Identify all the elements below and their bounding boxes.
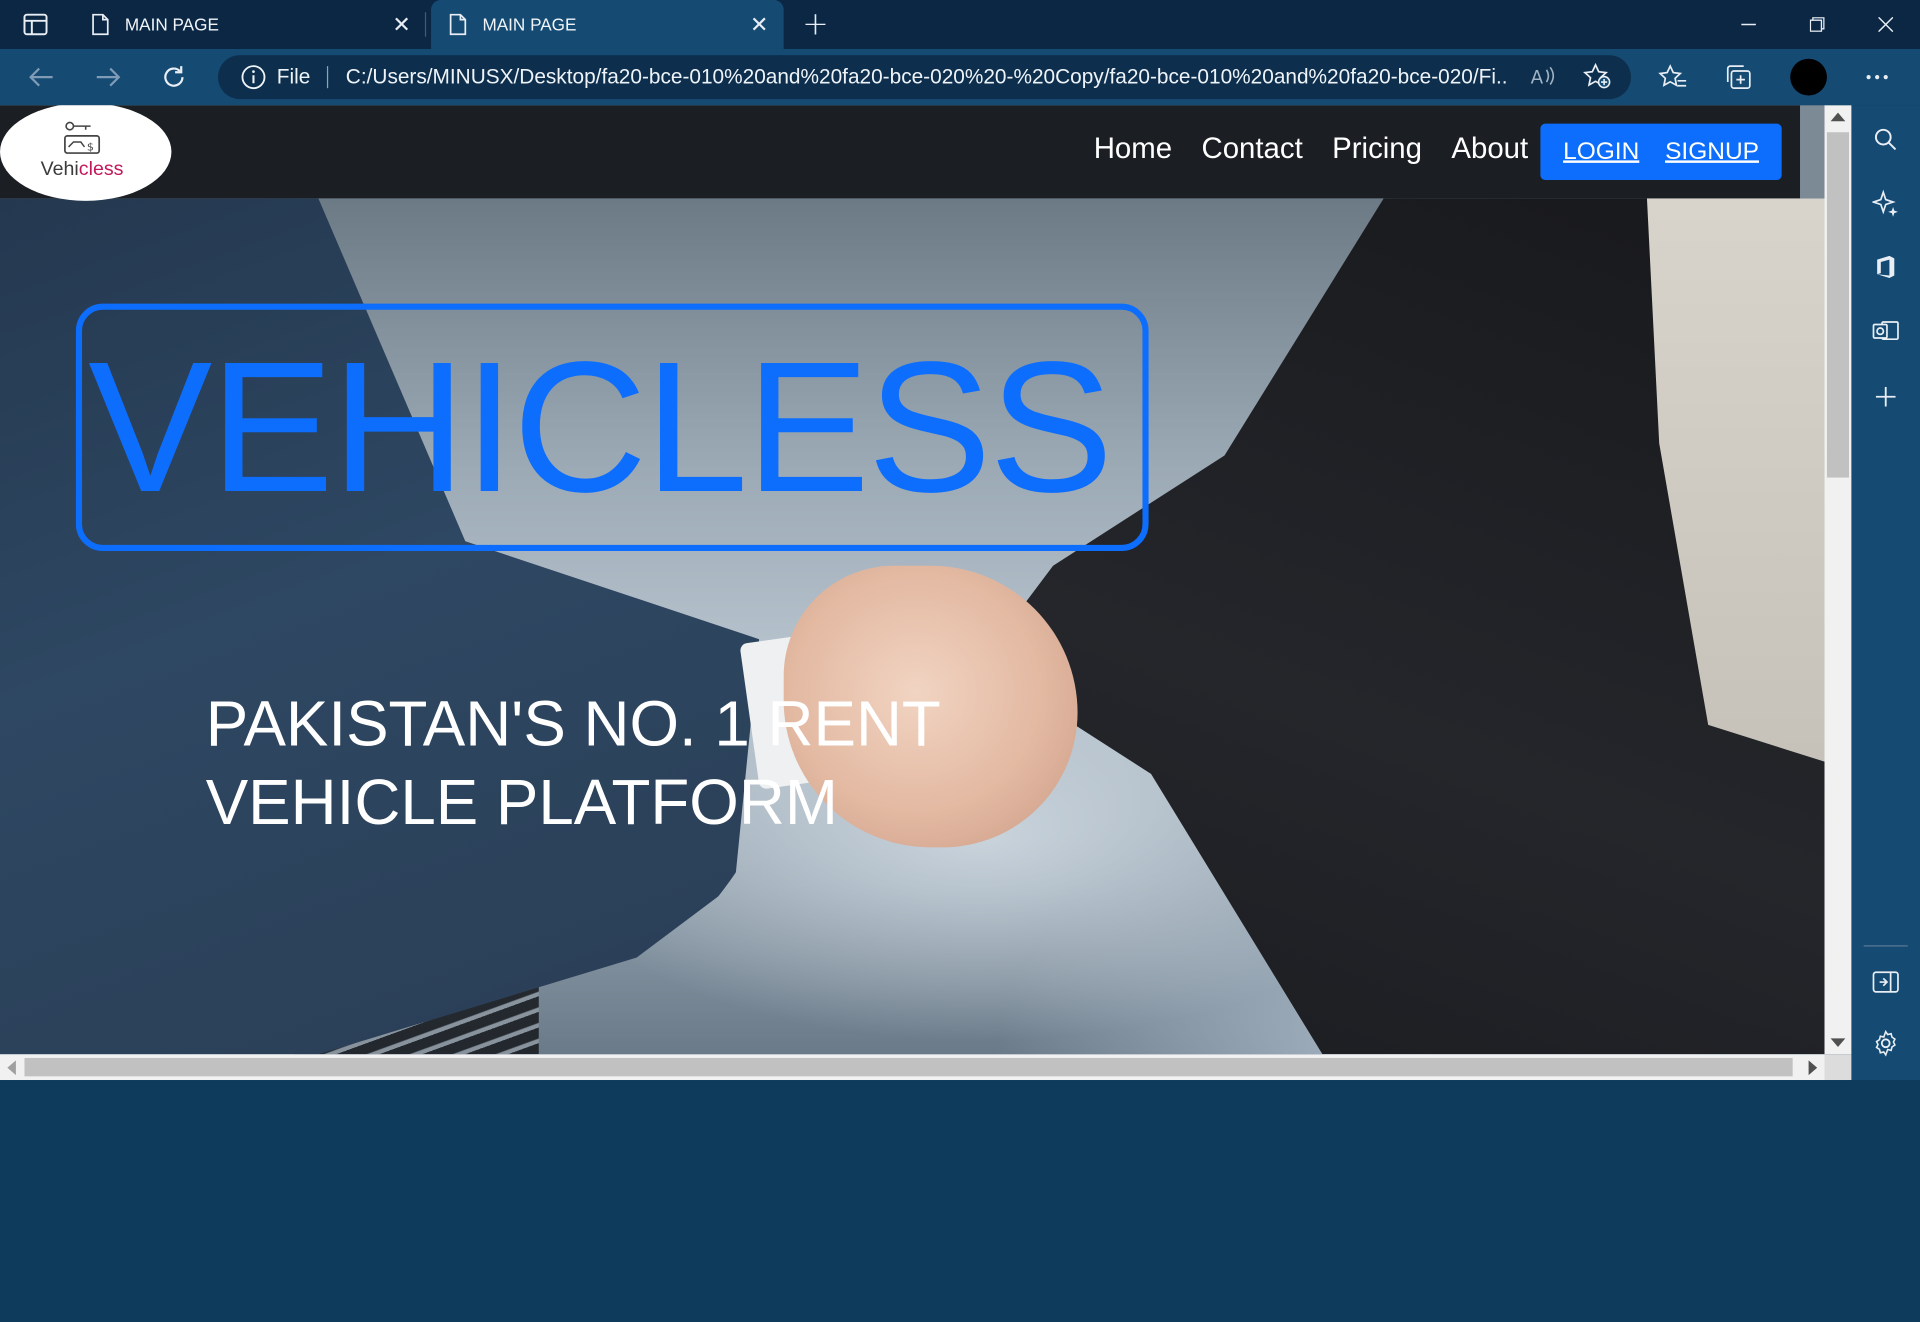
- browser-toolbar: File C:/Users/MINUSX/Desktop/fa20-bce-01…: [0, 48, 1920, 106]
- sparkle-icon[interactable]: [1869, 186, 1903, 220]
- minimize-icon[interactable]: [1714, 0, 1783, 49]
- scroll-left-arrow-icon[interactable]: [7, 1060, 16, 1076]
- close-icon[interactable]: ✕: [387, 10, 416, 39]
- tab-title: MAIN PAGE: [482, 14, 577, 35]
- horizontal-scroll-thumb[interactable]: [24, 1057, 1793, 1077]
- svg-text:$: $: [87, 141, 94, 154]
- forward-arrow-icon[interactable]: [88, 59, 127, 96]
- tab-main-page-2[interactable]: MAIN PAGE ✕: [431, 0, 784, 49]
- scrollbar-corner: [1824, 1054, 1852, 1081]
- document-icon: [448, 13, 468, 36]
- nav-contact-link[interactable]: Contact: [1201, 132, 1302, 166]
- browser-window: MAIN PAGE ✕ MAIN PAGE ✕ + File C:/Users/…: [0, 0, 1920, 1081]
- site-logo[interactable]: $ Vehicless: [0, 105, 172, 201]
- workspaces-icon[interactable]: [12, 10, 59, 39]
- site-nav: Home Contact Pricing About: [1094, 132, 1528, 166]
- auth-buttons: LOGIN SIGNUP: [1540, 123, 1782, 181]
- add-favorite-icon[interactable]: [1580, 59, 1614, 93]
- scroll-up-arrow-icon[interactable]: [1830, 112, 1846, 122]
- hide-sidebar-icon[interactable]: [1869, 965, 1903, 999]
- window-close-icon[interactable]: [1851, 0, 1920, 49]
- hero-brand-title: VEHICLESS: [88, 323, 1113, 532]
- back-arrow-icon[interactable]: [22, 59, 61, 96]
- document-icon: [91, 13, 111, 36]
- scroll-down-arrow-icon[interactable]: [1830, 1038, 1846, 1047]
- vertical-scroll-thumb[interactable]: [1826, 132, 1849, 478]
- nav-pricing-link[interactable]: Pricing: [1332, 132, 1422, 166]
- tagline-line-2: VEHICLE PLATFORM: [205, 767, 838, 839]
- tab-title: MAIN PAGE: [124, 14, 219, 35]
- browser-sidebar: [1851, 105, 1920, 1081]
- logo-text: Vehicless: [0, 159, 164, 181]
- restore-icon[interactable]: [1783, 0, 1852, 49]
- horizontal-scrollbar[interactable]: [0, 1054, 1825, 1081]
- signup-link[interactable]: SIGNUP: [1665, 138, 1759, 166]
- favorites-icon[interactable]: [1653, 59, 1692, 96]
- scheme-label: File: [276, 64, 311, 89]
- logo-text-prefix: Vehi: [40, 159, 79, 181]
- add-plus-icon[interactable]: [1869, 380, 1903, 414]
- logo-car-icon: $: [64, 121, 101, 154]
- svg-text:A: A: [1531, 67, 1544, 88]
- nav-home-link[interactable]: Home: [1094, 132, 1172, 166]
- page-viewport: $ Vehicless Home Contact Pricing About L…: [0, 105, 1825, 1055]
- logo-text-accent: cless: [78, 159, 124, 181]
- collections-icon[interactable]: [1719, 59, 1758, 96]
- tab-main-page-1[interactable]: MAIN PAGE ✕: [73, 0, 426, 49]
- new-tab-plus-icon[interactable]: +: [798, 6, 832, 43]
- hero-tagline: PAKISTAN'S NO. 1 RENT VEHICLE PLATFORM: [206, 686, 1063, 843]
- settings-gear-icon[interactable]: [1869, 1026, 1903, 1060]
- info-icon[interactable]: [240, 64, 267, 91]
- profile-avatar[interactable]: [1790, 58, 1827, 96]
- site-header: $ Vehicless Home Contact Pricing About L…: [0, 105, 1801, 201]
- nav-about-link[interactable]: About: [1451, 132, 1528, 166]
- outlook-icon[interactable]: [1869, 313, 1903, 347]
- vertical-scrollbar[interactable]: [1824, 105, 1852, 1055]
- more-icon[interactable]: [1858, 59, 1897, 96]
- address-bar[interactable]: File C:/Users/MINUSX/Desktop/fa20-bce-01…: [217, 55, 1632, 100]
- scroll-right-arrow-icon[interactable]: [1808, 1060, 1818, 1076]
- refresh-icon[interactable]: [154, 59, 193, 96]
- tab-strip: MAIN PAGE ✕ MAIN PAGE ✕ +: [0, 0, 1920, 49]
- url-text[interactable]: C:/Users/MINUSX/Desktop/fa20-bce-010%20a…: [346, 65, 1509, 89]
- search-icon[interactable]: [1869, 122, 1903, 156]
- sidebar-divider: [1863, 945, 1908, 947]
- read-aloud-icon[interactable]: A: [1526, 59, 1560, 93]
- login-link[interactable]: LOGIN: [1563, 138, 1639, 166]
- office-icon[interactable]: [1869, 250, 1903, 284]
- tagline-line-1: PAKISTAN'S NO. 1 RENT: [205, 689, 941, 761]
- omnibox-divider: [327, 66, 329, 89]
- close-icon[interactable]: ✕: [744, 10, 773, 39]
- tab-divider: [424, 12, 427, 37]
